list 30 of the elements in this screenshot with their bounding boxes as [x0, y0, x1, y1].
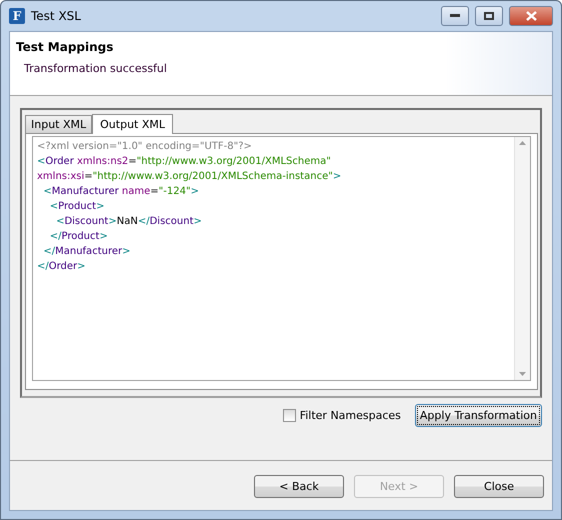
apply-transformation-button[interactable]: Apply Transformation: [414, 404, 542, 427]
status-message: Transformation successful: [24, 62, 168, 75]
code-line: </Order>: [37, 260, 87, 274]
window-title: Test XSL: [31, 9, 82, 23]
code-line: <Order xmlns:ns2="http://www.w3.org/2001/XMLSchema": [37, 155, 332, 169]
tab[interactable]: Input XML: [25, 115, 92, 133]
app-icon: F: [9, 8, 25, 24]
checkbox[interactable]: [282, 409, 296, 422]
code-line: </Manufacturer>: [42, 245, 132, 259]
dialog-button[interactable]: Close: [454, 475, 544, 498]
code-line: <Discount>NaN</Discount>: [55, 215, 203, 229]
maximize-icon: [484, 12, 494, 20]
xml-editor[interactable]: [32, 136, 531, 381]
minimize-button[interactable]: [441, 6, 469, 26]
scrollbar[interactable]: [514, 137, 530, 380]
code-line: <Product>: [48, 200, 106, 214]
code-line: <?xml version="1.0" encoding="UTF-8"?>: [37, 140, 253, 154]
tab[interactable]: Output XML: [92, 114, 174, 134]
checkbox-label: Filter Namespaces: [300, 409, 401, 422]
code-line: </Product>: [48, 230, 109, 244]
minimize-icon: [450, 14, 460, 18]
maximize-button[interactable]: [475, 6, 503, 26]
code-line: <Manufacturer name="-124">: [42, 185, 200, 199]
code-line: xmlns:xsi="http://www.w3.org/2001/XMLSchema-instance">: [37, 170, 342, 184]
page-title: Test Mappings: [16, 40, 114, 54]
close-button[interactable]: [509, 6, 553, 26]
dialog-button[interactable]: < Back: [254, 475, 344, 498]
scroll-down-icon[interactable]: [519, 372, 526, 376]
close-icon: [526, 11, 536, 21]
scroll-up-icon[interactable]: [519, 141, 526, 145]
